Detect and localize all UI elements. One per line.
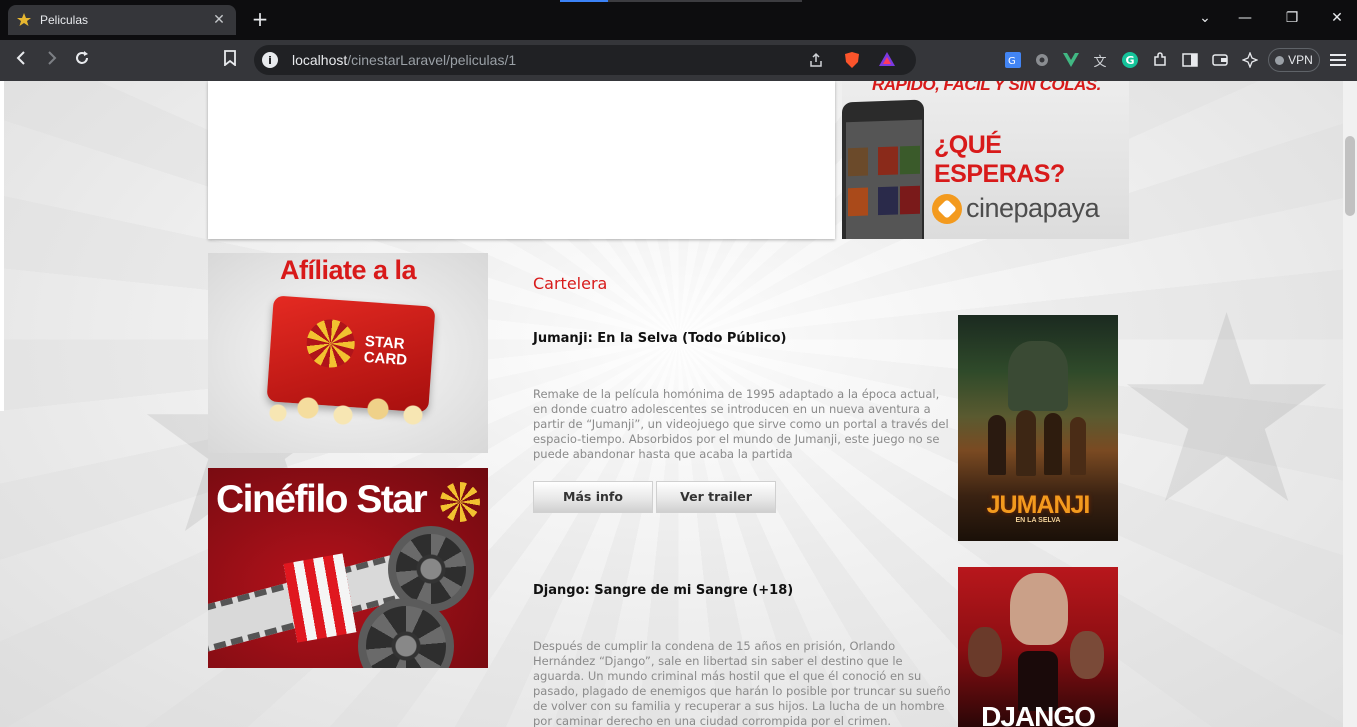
poster-figure (1044, 413, 1062, 475)
tab-strip: Peliculas ✕ + ⌄ — ❐ ✕ (0, 0, 1357, 40)
menu-icon[interactable] (1329, 51, 1347, 69)
maximize-button[interactable]: ❐ (1282, 10, 1302, 26)
page-viewport: ★ ★ RAPIDO, FACIL Y SIN COLAS. ¿QUÉ ESPE… (0, 81, 1357, 727)
svg-text:G: G (1126, 54, 1135, 67)
cinepapaya-tagline: RAPIDO, FACIL Y SIN COLAS. (872, 81, 1101, 94)
movie-poster[interactable]: JUMANJI EN LA SELVA (958, 315, 1118, 541)
cinepapaya-logo-icon (932, 193, 962, 224)
translate-icon[interactable]: G (1004, 51, 1022, 69)
new-tab-button[interactable]: + (250, 9, 270, 29)
movie-title: Django: Sangre de mi Sangre (+18) (533, 583, 794, 598)
tab-peliculas[interactable]: Peliculas ✕ (8, 5, 236, 35)
grammarly-icon[interactable]: G (1121, 51, 1139, 69)
cinepapaya-logo: cinepapaya (932, 193, 1100, 224)
popcorn-image (268, 393, 438, 438)
leo-ai-icon[interactable] (1241, 51, 1259, 69)
movie-description: Después de cumplir la condena de 15 años… (533, 639, 951, 727)
sidebar-icon[interactable] (1181, 51, 1199, 69)
tab-title: Peliculas (40, 13, 89, 27)
tab-indicator (560, 0, 608, 2)
url-host: localhost (292, 52, 348, 68)
poster-figure (1070, 417, 1086, 475)
minimize-button[interactable]: — (1235, 10, 1255, 26)
phone-image (842, 99, 924, 239)
favicon-icon (16, 12, 32, 28)
tab-indicator-track (608, 0, 802, 2)
poster-face (1070, 631, 1104, 679)
tab-search-icon[interactable]: ⌄ (1195, 10, 1215, 26)
back-icon[interactable] (11, 50, 33, 72)
vpn-button[interactable]: VPN (1268, 48, 1320, 72)
section-title: Cartelera (533, 274, 608, 293)
browser-toolbar: i localhost /cinestarLaravel/peliculas/1… (0, 40, 1357, 81)
extensions-icon[interactable] (1151, 51, 1169, 69)
vpn-status-icon (1275, 55, 1285, 65)
cinefilo-title: Cinéfilo Star (216, 478, 428, 521)
starcard-title: Afíliate a la (279, 255, 417, 285)
trailer-button[interactable]: Ver trailer (656, 481, 776, 513)
poster-figure (988, 415, 1006, 475)
page-edge (0, 81, 4, 411)
forward-icon[interactable] (40, 50, 62, 72)
site-info-icon[interactable]: i (262, 52, 278, 68)
bookmark-icon[interactable] (219, 50, 241, 72)
tab-close-icon[interactable]: ✕ (210, 12, 228, 28)
cinepapaya-brand: cinepapaya (966, 193, 1100, 223)
background-star-icon: ★ (1110, 260, 1344, 562)
poster-face (1010, 573, 1068, 645)
svg-text:G: G (1008, 56, 1016, 67)
brave-shield-icon[interactable] (844, 51, 860, 73)
settings-extension-icon[interactable] (1033, 51, 1051, 69)
poster-face (968, 627, 1002, 677)
poster-figure (1016, 410, 1036, 476)
dictionary-icon[interactable]: 文 (1091, 51, 1109, 70)
poster-creature (1008, 341, 1068, 411)
vue-devtools-icon[interactable] (1062, 51, 1080, 69)
share-icon[interactable] (808, 52, 824, 72)
reload-icon[interactable] (71, 50, 93, 72)
brave-rewards-icon[interactable] (878, 51, 896, 71)
cinepapaya-banner[interactable]: RAPIDO, FACIL Y SIN COLAS. ¿QUÉ ESPERAS?… (842, 81, 1129, 239)
poster-title: JUMANJI (986, 491, 1091, 519)
url-path: /cinestarLaravel/peliculas/1 (347, 52, 517, 68)
movie-description: Remake de la película homónima de 1995 a… (533, 387, 949, 461)
cinefilo-banner[interactable]: Cinéfilo Star (208, 468, 488, 668)
movie-title: Jumanji: En la Selva (Todo Público) (533, 331, 787, 346)
poster-subtitle: EN LA SELVA (1015, 517, 1061, 524)
phone-screen (846, 119, 922, 239)
star-emblem-icon (305, 317, 357, 370)
poster-title: DJANGO (981, 701, 1096, 727)
more-info-button[interactable]: Más info (533, 481, 653, 513)
page-scrollbar[interactable] (1343, 81, 1357, 727)
close-window-button[interactable]: ✕ (1327, 10, 1347, 26)
wallet-icon[interactable] (1211, 51, 1229, 69)
scrollbar-thumb[interactable] (1345, 136, 1355, 216)
address-bar[interactable]: i localhost /cinestarLaravel/peliculas/1 (254, 45, 916, 75)
starcard-banner[interactable]: Afíliate a la STAR CARD (208, 253, 488, 453)
starcard-label: STAR CARD (363, 332, 408, 369)
cinepapaya-question: ¿QUÉ ESPERAS? (934, 131, 1065, 188)
vpn-label: VPN (1288, 53, 1313, 67)
movie-poster[interactable]: DJANGO (958, 567, 1118, 727)
video-container (208, 81, 835, 239)
star-emblem-icon (440, 482, 480, 522)
